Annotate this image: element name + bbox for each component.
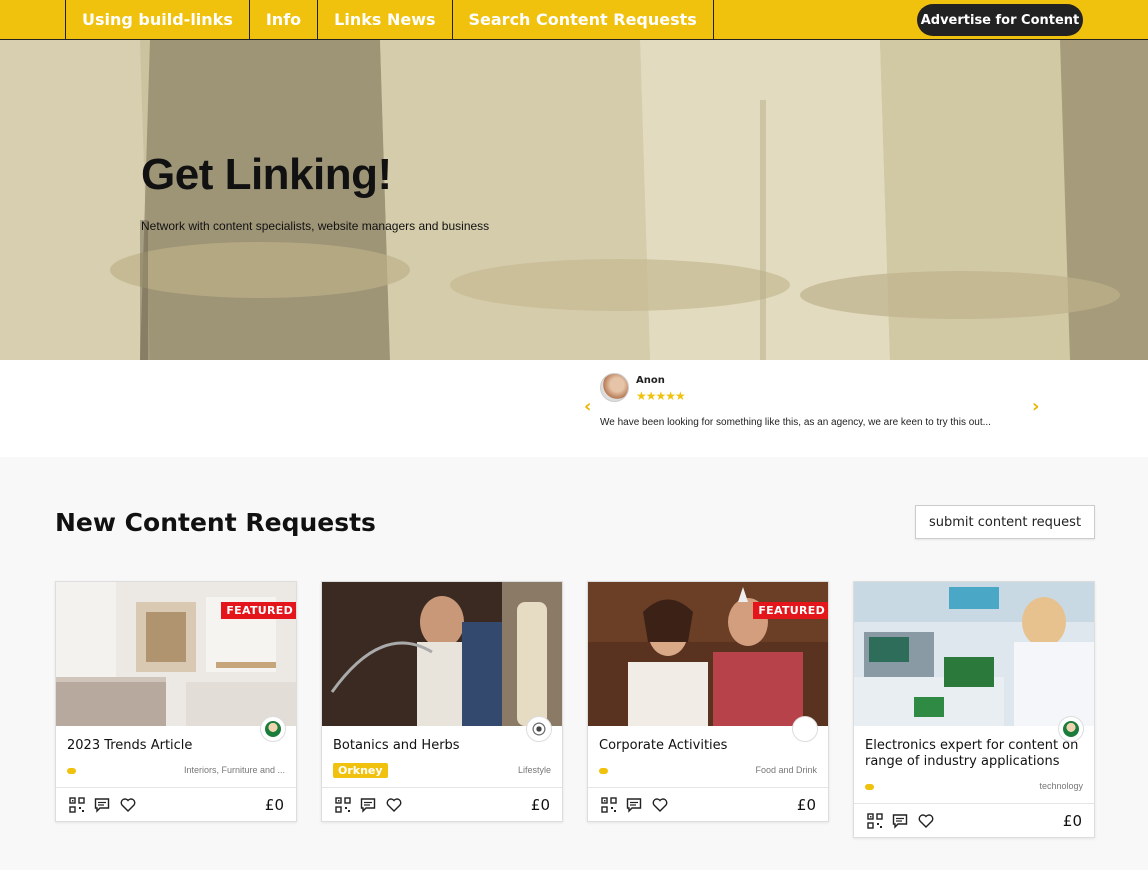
message-icon[interactable] — [626, 797, 642, 813]
author-avatar[interactable] — [1058, 716, 1084, 742]
hero-image — [0, 40, 1148, 360]
testimonial-prev-arrow-icon[interactable]: ‹ — [584, 396, 591, 417]
content-request-card[interactable]: Botanics and Herbs Orkney Lifestyle £0 — [321, 581, 563, 822]
section-title: New Content Requests — [55, 508, 376, 537]
card-footer: £0 — [588, 787, 828, 821]
card-price: £0 — [796, 796, 816, 814]
qr-code-icon[interactable] — [601, 797, 617, 813]
card-price: £0 — [264, 796, 284, 814]
testimonial-name: Anon — [636, 375, 665, 386]
card-footer: £0 — [56, 787, 296, 821]
qr-code-icon[interactable] — [335, 797, 351, 813]
card-meta: Interiors, Furniture and ... — [67, 760, 285, 782]
hero-subtitle: Network with content specialists, websit… — [141, 219, 490, 233]
author-avatar[interactable] — [260, 716, 286, 742]
nav-item-info[interactable]: Info — [248, 0, 317, 39]
card-image[interactable] — [854, 582, 1094, 726]
featured-badge: FEATURED — [221, 602, 296, 619]
message-icon[interactable] — [94, 797, 110, 813]
card-image[interactable] — [322, 582, 562, 726]
nav-item-search-content-requests[interactable]: Search Content Requests — [451, 0, 714, 39]
botanics-photo — [322, 582, 562, 726]
status-dot — [865, 784, 874, 790]
testimonial-text: We have been looking for something like … — [600, 417, 991, 428]
card-price: £0 — [1062, 812, 1082, 830]
qr-code-icon[interactable] — [69, 797, 85, 813]
submit-content-request-button[interactable]: submit content request — [915, 505, 1095, 539]
location-tag[interactable]: Orkney — [333, 763, 388, 778]
top-navbar: Using build-links Info Links News Search… — [0, 0, 1148, 40]
card-category: Interiors, Furniture and ... — [183, 765, 285, 775]
message-icon[interactable] — [360, 797, 376, 813]
hero-title: Get Linking! — [141, 150, 392, 199]
nav-menu: Using build-links Info Links News Search… — [65, 0, 714, 39]
card-price: £0 — [530, 796, 550, 814]
testimonial-star-rating-icon: ★★★★★ — [636, 389, 686, 403]
card-category: Lifestyle — [517, 765, 551, 775]
card-image[interactable]: FEATURED — [588, 582, 828, 726]
hero-banner: Get Linking! Network with content specia… — [0, 40, 1148, 360]
card-meta: Orkney Lifestyle — [333, 760, 551, 782]
message-icon[interactable] — [892, 813, 908, 829]
content-request-card[interactable]: FEATURED Corporate Activities Food and D… — [587, 581, 829, 822]
testimonial-avatar — [600, 373, 629, 402]
content-request-card[interactable]: Electronics expert for content on range … — [853, 581, 1095, 838]
card-category: Food and Drink — [755, 765, 817, 775]
testimonial-band — [0, 360, 1148, 457]
heart-icon[interactable] — [918, 813, 934, 829]
content-request-card[interactable]: FEATURED 2023 Trends Article Interiors, … — [55, 581, 297, 822]
nav-item-using-build-links[interactable]: Using build-links — [65, 0, 249, 39]
card-meta: Food and Drink — [599, 760, 817, 782]
card-footer: £0 — [322, 787, 562, 821]
nav-item-links-news[interactable]: Links News — [317, 0, 451, 39]
heart-icon[interactable] — [120, 797, 136, 813]
status-dot — [599, 768, 608, 774]
card-category: technology — [1039, 781, 1083, 791]
author-avatar[interactable] — [526, 716, 552, 742]
featured-badge: FEATURED — [753, 602, 828, 619]
author-avatar[interactable] — [792, 716, 818, 742]
heart-icon[interactable] — [386, 797, 402, 813]
advertise-button[interactable]: Advertise for Content — [917, 4, 1083, 36]
heart-icon[interactable] — [652, 797, 668, 813]
electronics-lab-photo — [854, 582, 1094, 726]
testimonial-next-arrow-icon[interactable]: › — [1032, 396, 1039, 417]
status-dot — [67, 768, 76, 774]
card-footer: £0 — [854, 803, 1094, 837]
qr-code-icon[interactable] — [867, 813, 883, 829]
card-image[interactable]: FEATURED — [56, 582, 296, 726]
card-meta: technology — [865, 776, 1083, 798]
